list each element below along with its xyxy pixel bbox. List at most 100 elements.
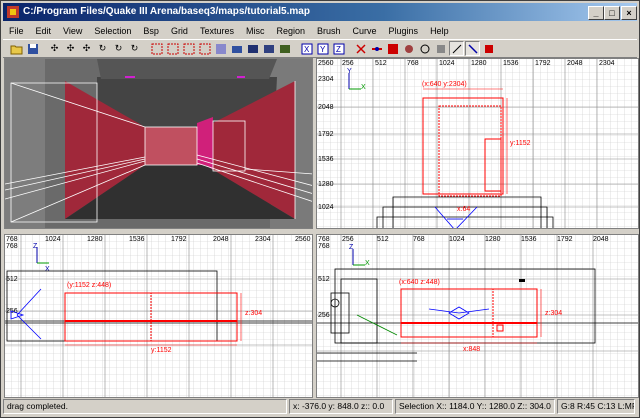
axis-label: 2304 [599,60,615,67]
axis-label: 256 [342,236,354,243]
view-z-icon[interactable]: Z [331,41,346,56]
axis-label: 512 [6,276,18,283]
xz-front-view[interactable]: 768 1024 1280 1536 1792 2048 2304 2560 7… [4,234,313,398]
flip-z-icon[interactable]: ✣ [79,41,94,56]
axis-label: 2560 [295,236,311,243]
menu-bar: File Edit View Selection Bsp Grid Textur… [3,22,637,39]
status-message: drag completed. [3,399,287,414]
axis-label: 768 [318,243,330,250]
menu-selection[interactable]: Selection [88,26,137,36]
menu-edit[interactable]: Edit [30,26,58,36]
camera-view[interactable] [4,58,313,229]
axis-label: 2048 [567,60,583,67]
axis-label: 768 [6,243,18,250]
xy-top-view[interactable]: 2560 256 512 768 1024 1280 1536 1792 204… [316,58,639,229]
selection-bottom-label: x:64 [457,206,470,213]
rotate-y-icon[interactable]: ↻ [111,41,126,56]
svg-text:Y: Y [347,68,352,75]
axis-label: 2560 [318,60,334,67]
axis-label: 2048 [318,104,334,111]
svg-text:X: X [45,266,50,273]
toolbar: ✣ ✣ ✣ ↻ ↻ ↻ X Y Z [3,39,637,58]
app-icon [7,6,19,18]
axis-label: 1024 [449,236,465,243]
axis-label: 1792 [318,131,334,138]
csg-subtract-icon[interactable] [213,41,228,56]
close-button[interactable]: × [621,6,637,20]
scale-lock-icon[interactable] [449,41,464,56]
yz-grid: 768 256 512 768 1024 1280 1536 1792 2048… [317,235,638,397]
selection-bottom-label: y:1152 [151,347,172,354]
select-touching-icon[interactable] [165,41,180,56]
rotate-z-icon[interactable]: ↻ [127,41,142,56]
open-icon[interactable] [9,41,24,56]
axis-label: 768 [407,60,419,67]
axis-label: 1024 [45,236,61,243]
axis-label: 1536 [129,236,145,243]
view-y-icon[interactable]: Y [315,41,330,56]
status-bar: drag completed. x: -376.0 y: 848.0 z:: 0… [3,399,639,416]
camera-icon[interactable] [401,41,416,56]
menu-grid[interactable]: Grid [165,26,194,36]
save-icon[interactable] [25,41,40,56]
menu-brush[interactable]: Brush [311,26,347,36]
svg-text:X: X [361,84,366,91]
yz-side-view[interactable]: 768 256 512 768 1024 1280 1536 1792 2048… [316,234,639,398]
axis-label: 1280 [471,60,487,67]
axis-label: 256 [342,60,354,67]
axis-label: 1792 [557,236,573,243]
menu-region[interactable]: Region [270,26,311,36]
clipper-icon[interactable] [353,41,368,56]
svg-text:Z: Z [349,244,354,251]
axis-label: 1024 [318,204,334,211]
svg-text:X: X [304,45,310,54]
menu-curve[interactable]: Curve [347,26,383,36]
menu-help[interactable]: Help [424,26,455,36]
view-x-icon[interactable]: X [299,41,314,56]
select-icon[interactable] [465,41,480,56]
selection-bottom-label: x:848 [463,346,480,353]
flip-y-icon[interactable]: ✣ [63,41,78,56]
csg-merge-icon[interactable] [229,41,244,56]
flip-x-icon[interactable]: ✣ [47,41,62,56]
axis-label: 1280 [485,236,501,243]
axis-label: 2048 [213,236,229,243]
status-grid: G:8 R:45 C:13 L:MR [557,399,635,414]
title-bar: C:/Program Files/Quake III Arena/baseq3/… [3,3,637,21]
menu-plugins[interactable]: Plugins [383,26,425,36]
axis-label: 1280 [87,236,103,243]
axis-label: 768 [413,236,425,243]
select-complete-tall-icon[interactable] [149,41,164,56]
selection-position-label: (y:1152 z:448) [67,282,111,289]
entity-icon[interactable] [481,41,496,56]
minimize-button[interactable]: _ [588,6,604,20]
select-partial-tall-icon[interactable] [181,41,196,56]
patch-icon[interactable] [417,41,432,56]
axis-label: 1792 [535,60,551,67]
selection-size-label: z:304 [545,310,562,317]
hollow-icon[interactable] [245,41,260,56]
menu-textures[interactable]: Textures [194,26,240,36]
editor-window: C:/Program Files/Quake III Arena/baseq3/… [0,0,640,418]
menu-misc[interactable]: Misc [240,26,271,36]
camera-scene [5,59,312,228]
axis-label: 2304 [255,236,271,243]
drag-vertices-icon[interactable] [385,41,400,56]
svg-text:Z: Z [336,45,341,54]
status-coordinates: x: -376.0 y: 848.0 z:: 0.0 [289,399,393,414]
texture-view-icon[interactable] [277,41,292,56]
cubic-clip-icon[interactable] [433,41,448,56]
selection-position-label: (x:640 z:448) [399,279,440,286]
maximize-button[interactable]: □ [604,6,620,20]
xy-grid: 2560 256 512 768 1024 1280 1536 1792 204… [317,59,638,228]
menu-view[interactable]: View [57,26,88,36]
change-view-icon[interactable] [261,41,276,56]
menu-file[interactable]: File [3,26,30,36]
selection-size-label: y:1152 [510,140,531,147]
selection-size-label: z:304 [245,310,262,317]
menu-bsp[interactable]: Bsp [137,26,165,36]
axis-label: 1024 [439,60,455,67]
select-inside-icon[interactable] [197,41,212,56]
drag-edges-icon[interactable] [369,41,384,56]
rotate-x-icon[interactable]: ↻ [95,41,110,56]
